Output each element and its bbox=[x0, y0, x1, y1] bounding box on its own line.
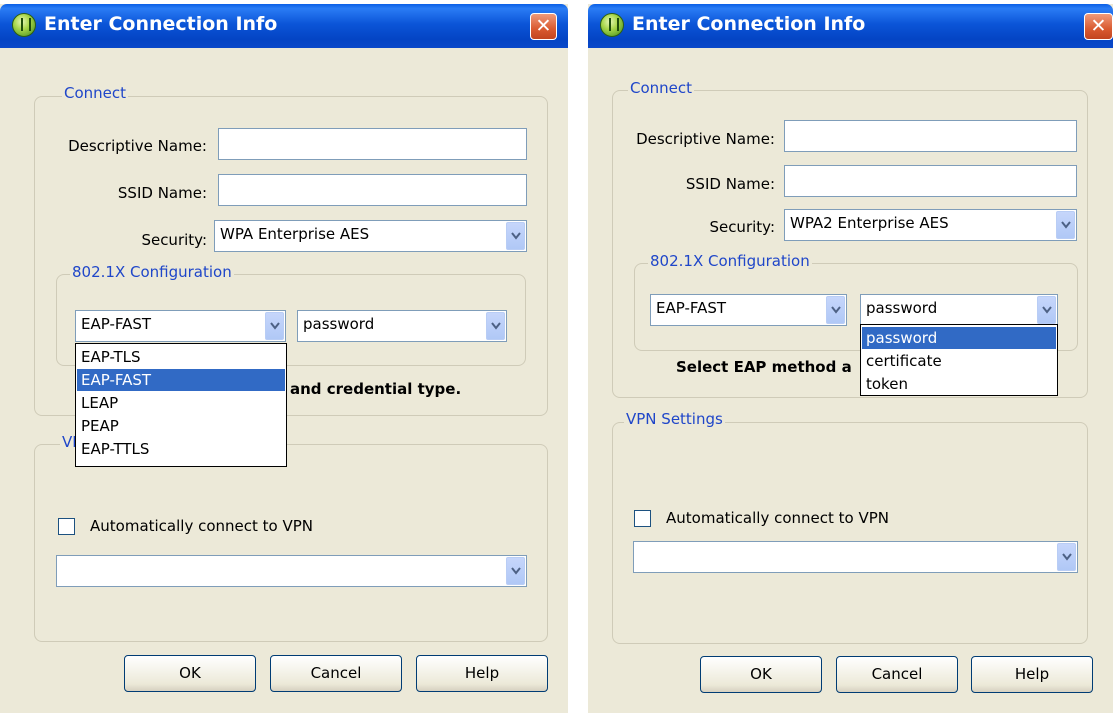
dot1x-legend: 802.1X Configuration bbox=[648, 252, 812, 270]
chevron-down-icon[interactable] bbox=[1057, 543, 1076, 571]
dropdown-option[interactable]: EAP-TTLS bbox=[77, 438, 285, 460]
chevron-down-icon[interactable] bbox=[1037, 296, 1056, 324]
security-value: WPA Enterprise AES bbox=[220, 225, 370, 243]
credential-type-value: password bbox=[866, 299, 938, 317]
auto-vpn-label: Automatically connect to VPN bbox=[666, 509, 890, 527]
close-icon: ✕ bbox=[535, 15, 552, 37]
ok-button[interactable]: OK bbox=[124, 655, 256, 692]
chevron-down-icon[interactable] bbox=[486, 312, 505, 340]
chevron-down-icon[interactable] bbox=[506, 557, 525, 585]
close-button[interactable]: ✕ bbox=[530, 13, 557, 40]
vpn-profile-select[interactable] bbox=[56, 555, 527, 587]
chevron-down-icon[interactable] bbox=[826, 296, 845, 324]
connect-legend: Connect bbox=[62, 84, 129, 102]
eap-hint-text: Select EAP method a bbox=[676, 358, 852, 376]
security-select[interactable]: WPA2 Enterprise AES bbox=[784, 209, 1077, 241]
connection-globe-icon bbox=[12, 13, 36, 37]
vpn-profile-select[interactable] bbox=[633, 541, 1078, 573]
ssid-name-label: SSID Name: bbox=[685, 175, 775, 193]
cancel-button[interactable]: Cancel bbox=[270, 655, 402, 692]
close-button[interactable]: ✕ bbox=[1084, 13, 1113, 40]
vpn-group bbox=[612, 422, 1088, 644]
help-button[interactable]: Help bbox=[971, 656, 1093, 693]
dropdown-option[interactable]: LEAP bbox=[77, 392, 285, 414]
descriptive-name-label: Descriptive Name: bbox=[68, 137, 207, 155]
image-divider bbox=[575, 0, 585, 713]
security-label: Security: bbox=[709, 218, 775, 236]
descriptive-name-input[interactable] bbox=[784, 120, 1077, 152]
ok-button[interactable]: OK bbox=[700, 656, 822, 693]
security-value: WPA2 Enterprise AES bbox=[790, 214, 949, 232]
chevron-down-icon[interactable] bbox=[1056, 211, 1075, 239]
dropdown-option[interactable]: token bbox=[862, 373, 1056, 395]
ssid-name-input[interactable] bbox=[218, 174, 527, 206]
help-button[interactable]: Help bbox=[416, 655, 548, 692]
security-label: Security: bbox=[141, 231, 207, 249]
descriptive-name-label: Descriptive Name: bbox=[636, 130, 775, 148]
auto-vpn-label: Automatically connect to VPN bbox=[90, 517, 314, 535]
dropdown-option[interactable]: EAP-TLS bbox=[77, 346, 285, 368]
credential-type-dropdown-list: password certificate token bbox=[860, 324, 1058, 396]
dialog-title: Enter Connection Info bbox=[632, 13, 866, 35]
dropdown-option[interactable]: PEAP bbox=[77, 415, 285, 437]
right-titlebar: Enter Connection Info ✕ bbox=[588, 4, 1113, 48]
connect-legend: Connect bbox=[628, 79, 695, 97]
vpn-legend: VPN Settings bbox=[624, 410, 725, 428]
eap-method-value: EAP-FAST bbox=[656, 299, 727, 317]
eap-method-dropdown-list: EAP-TLS EAP-FAST LEAP PEAP EAP-TTLS bbox=[75, 343, 287, 467]
dialog-title: Enter Connection Info bbox=[44, 13, 278, 35]
left-dialog: Enter Connection Info ✕ Connect Descript… bbox=[0, 4, 568, 713]
credential-type-value: password bbox=[303, 315, 375, 333]
ssid-name-label: SSID Name: bbox=[117, 184, 207, 202]
dropdown-option[interactable]: certificate bbox=[862, 350, 1056, 372]
credential-type-select[interactable]: password bbox=[860, 294, 1058, 326]
auto-vpn-checkbox[interactable] bbox=[58, 518, 75, 535]
eap-method-select[interactable]: EAP-FAST bbox=[650, 294, 847, 326]
eap-method-select[interactable]: EAP-FAST bbox=[75, 310, 286, 342]
auto-vpn-checkbox[interactable] bbox=[634, 510, 651, 527]
chevron-down-icon[interactable] bbox=[506, 222, 525, 250]
vpn-group bbox=[34, 444, 548, 642]
ssid-name-input[interactable] bbox=[784, 165, 1077, 197]
eap-method-value: EAP-FAST bbox=[81, 315, 152, 333]
descriptive-name-input[interactable] bbox=[218, 128, 527, 160]
dot1x-legend: 802.1X Configuration bbox=[70, 263, 234, 281]
left-titlebar: Enter Connection Info ✕ bbox=[0, 4, 568, 48]
cancel-button[interactable]: Cancel bbox=[836, 656, 958, 693]
connection-globe-icon bbox=[600, 13, 624, 37]
close-icon: ✕ bbox=[1090, 15, 1107, 37]
security-select[interactable]: WPA Enterprise AES bbox=[214, 220, 527, 252]
right-dialog: Enter Connection Info ✕ Connect Descript… bbox=[588, 4, 1113, 713]
credential-type-select[interactable]: password bbox=[297, 310, 507, 342]
dropdown-option-selected[interactable]: EAP-FAST bbox=[77, 369, 285, 391]
dropdown-option-selected[interactable]: password bbox=[862, 327, 1056, 349]
eap-hint-text: and credential type. bbox=[290, 380, 462, 398]
chevron-down-icon[interactable] bbox=[265, 312, 284, 340]
